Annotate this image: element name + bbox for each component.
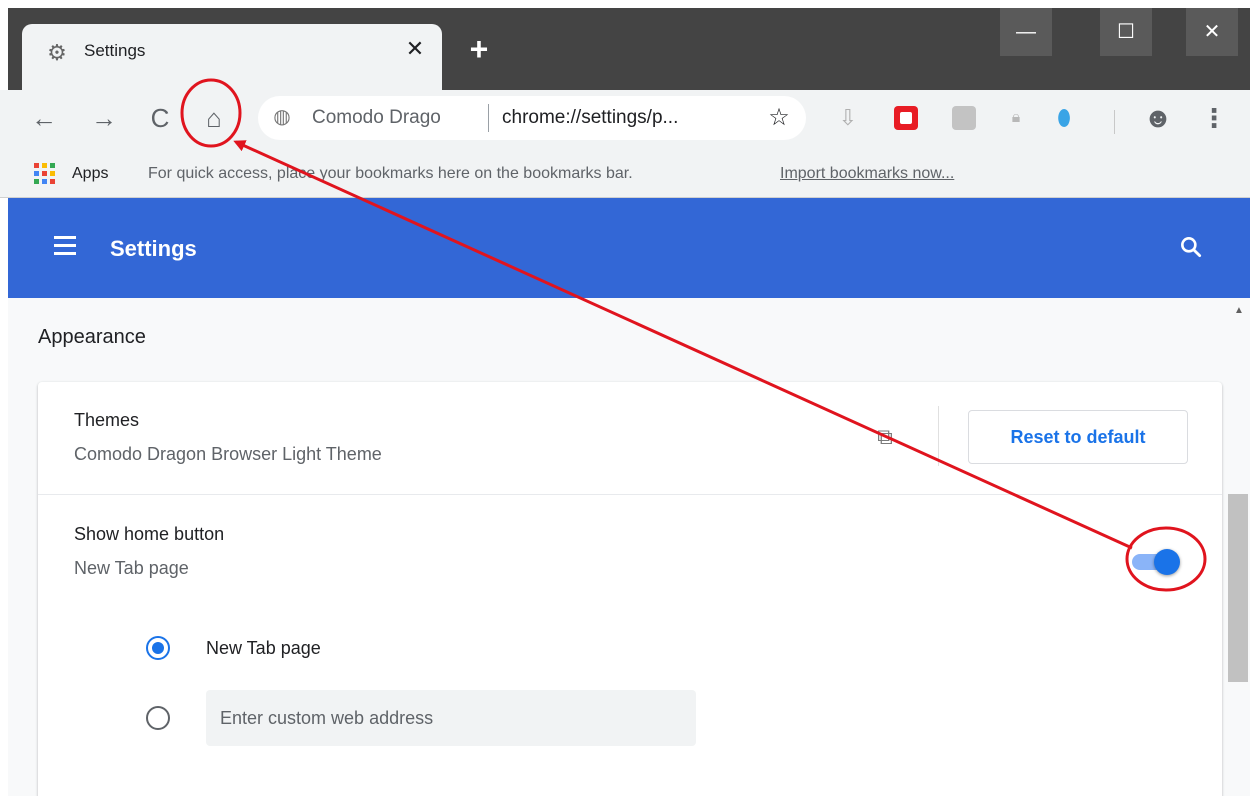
new-tab-button[interactable]: + xyxy=(462,32,496,66)
import-bookmarks-link[interactable]: Import bookmarks now... xyxy=(780,165,954,183)
radio-new-tab-page-label[interactable]: New Tab page xyxy=(206,638,321,659)
drop-extension-icon[interactable]: ⬮ xyxy=(1052,106,1076,130)
gear-icon: ⚙ xyxy=(47,40,67,65)
tab-title: Settings xyxy=(84,41,146,60)
site-name: Comodo Drago xyxy=(312,107,441,128)
search-icon[interactable] xyxy=(1176,232,1206,262)
bookmarks-hint: For quick access, place your bookmarks h… xyxy=(148,165,633,182)
hamburger-menu-icon[interactable] xyxy=(54,236,78,256)
address-bar[interactable]: ◍ Comodo Drago chrome://settings/p... ☆ xyxy=(258,96,806,140)
row-divider xyxy=(38,494,1222,495)
back-icon[interactable]: ← xyxy=(26,100,62,136)
tab-settings[interactable]: ⚙ Settings ✕ xyxy=(22,24,442,90)
toggle-thumb xyxy=(1154,549,1180,575)
settings-content: Appearance Themes Comodo Dragon Browser … xyxy=(8,298,1250,796)
lock-extension-icon[interactable]: 🔒︎ xyxy=(1004,106,1028,130)
download-extension-icon[interactable]: ⇩ xyxy=(836,106,860,130)
bookmark-star-icon[interactable]: ☆ xyxy=(764,103,794,133)
forward-icon[interactable]: → xyxy=(86,100,122,136)
minimize-button[interactable]: — xyxy=(1000,8,1052,56)
tab-close-icon[interactable]: ✕ xyxy=(400,34,430,64)
radio-custom-address[interactable] xyxy=(146,706,170,730)
close-window-button[interactable]: ✕ xyxy=(1186,8,1238,56)
themes-title: Themes xyxy=(74,410,140,430)
radio-new-tab-page[interactable] xyxy=(146,636,170,660)
apps-grid-icon[interactable] xyxy=(34,163,56,185)
bookmarks-bar: Apps For quick access, place your bookma… xyxy=(0,150,1250,198)
menu-icon[interactable]: ⋮ xyxy=(1200,102,1228,134)
show-home-button-value: New Tab page xyxy=(74,558,189,578)
site-info-icon[interactable]: ◍ xyxy=(270,105,294,129)
settings-header: Settings xyxy=(8,198,1250,298)
toolbar-divider xyxy=(1114,110,1115,134)
themes-divider xyxy=(938,406,939,466)
reset-to-default-button[interactable]: Reset to default xyxy=(968,410,1188,464)
home-icon[interactable]: ⌂ xyxy=(196,100,232,136)
custom-web-address-input[interactable] xyxy=(206,690,696,746)
reload-icon[interactable]: C xyxy=(142,100,178,136)
address-divider xyxy=(488,104,489,132)
open-external-icon[interactable]: ⧉ xyxy=(872,424,898,450)
scroll-up-arrow-icon[interactable]: ▲ xyxy=(1232,304,1246,318)
maximize-button[interactable]: ☐ xyxy=(1100,8,1152,56)
red-extension-icon[interactable] xyxy=(894,106,918,130)
apps-link[interactable]: Apps xyxy=(72,165,108,183)
page-title: Settings xyxy=(110,236,197,261)
browser-toolbar: ← → C ⌂ ◍ Comodo Drago chrome://settings… xyxy=(0,90,1250,150)
window-titlebar: ⚙ Settings ✕ + — ☐ ✕ xyxy=(0,0,1250,90)
show-home-button-title: Show home button xyxy=(74,524,225,544)
appearance-card: Themes Comodo Dragon Browser Light Theme… xyxy=(38,382,1222,796)
themes-value: Comodo Dragon Browser Light Theme xyxy=(74,444,382,464)
section-title-appearance: Appearance xyxy=(38,326,146,348)
show-home-button-toggle[interactable] xyxy=(1128,548,1184,576)
scrollbar-thumb[interactable] xyxy=(1228,494,1248,682)
gray-extension-icon[interactable] xyxy=(952,106,976,130)
account-icon[interactable]: ☻ xyxy=(1142,102,1174,134)
address-url[interactable]: chrome://settings/p... xyxy=(502,107,678,129)
